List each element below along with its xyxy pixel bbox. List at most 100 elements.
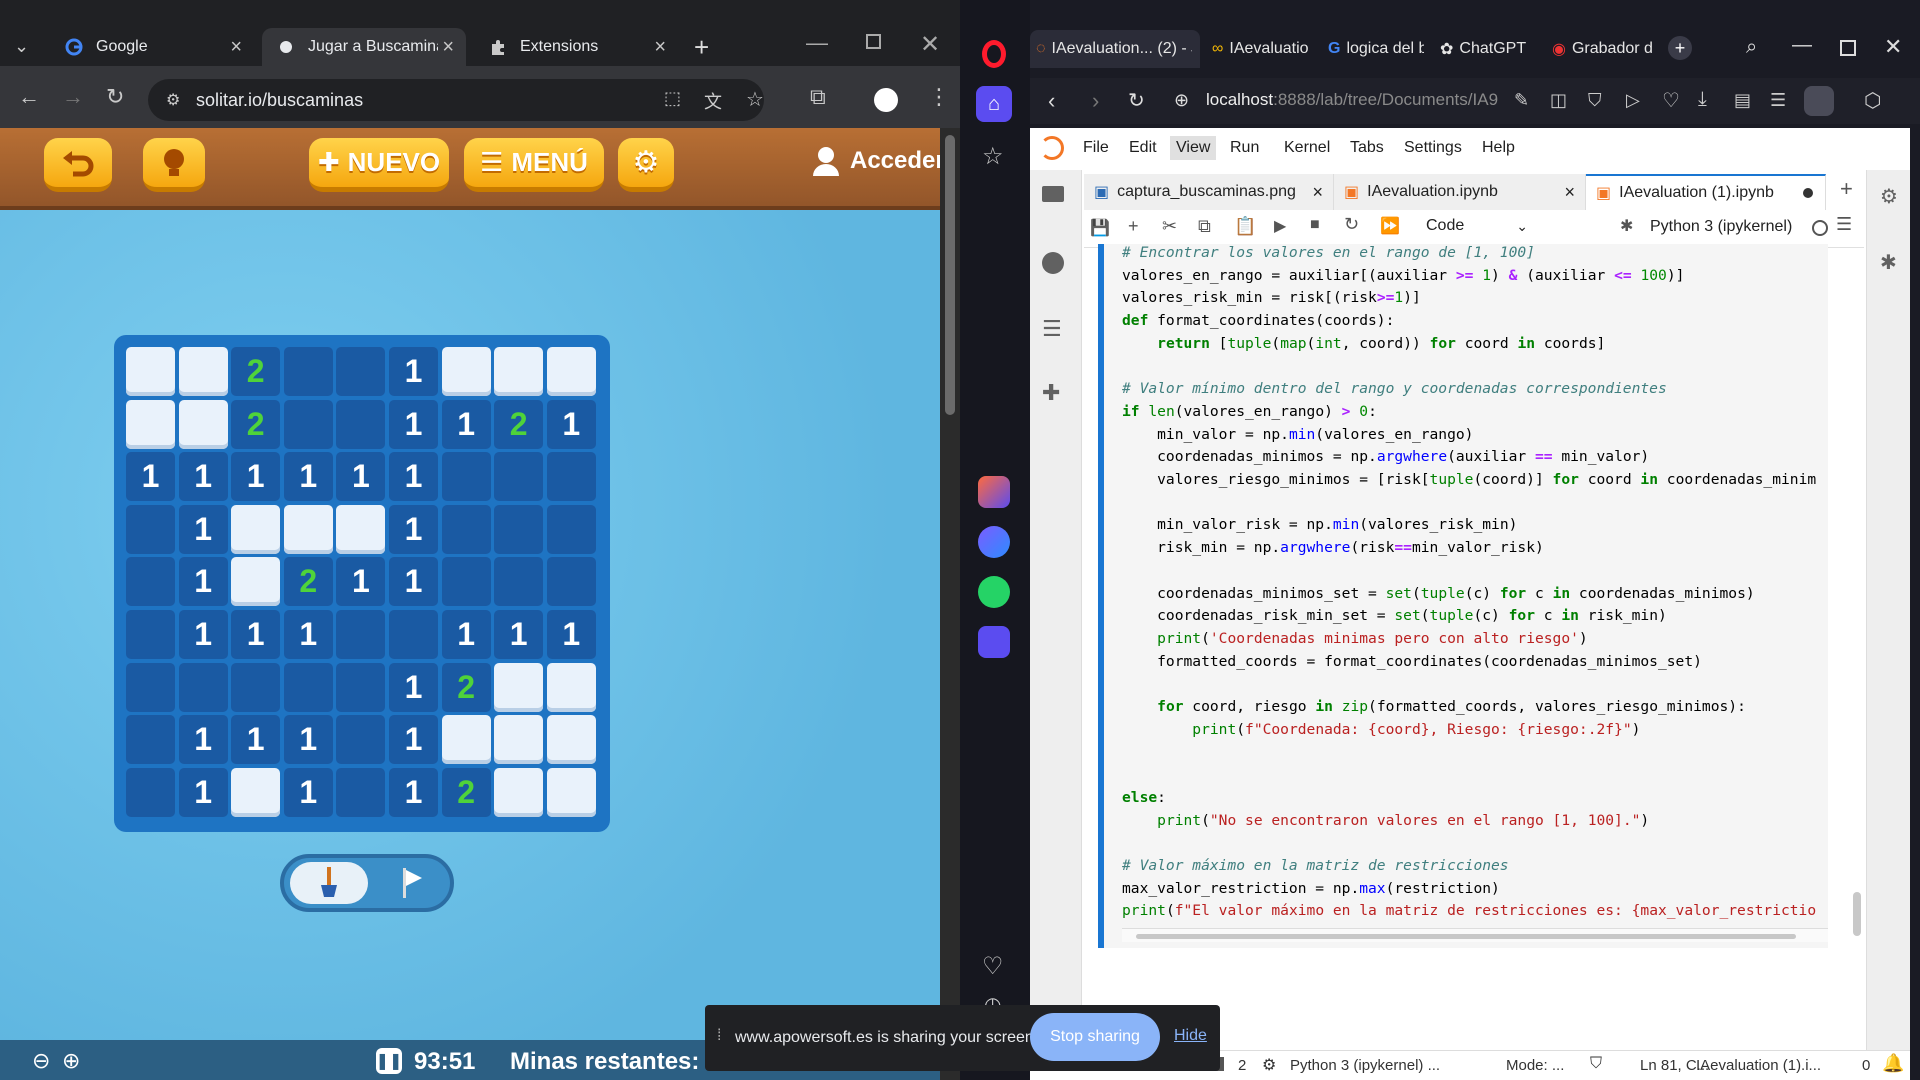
- profile-icon[interactable]: [1804, 86, 1834, 116]
- new-launcher-button[interactable]: +: [1840, 176, 1853, 202]
- notebook-vscrollbar-thumb[interactable]: [1853, 892, 1861, 936]
- board-cell-unrevealed[interactable]: [283, 504, 333, 554]
- board-cell-revealed[interactable]: 1: [178, 452, 228, 502]
- board-cell-revealed[interactable]: [126, 557, 175, 607]
- save-icon[interactable]: 💾: [1090, 218, 1110, 238]
- doc-tab-captura[interactable]: ▣ captura_buscaminas.png ×: [1084, 174, 1334, 210]
- board-cell-unrevealed[interactable]: [546, 347, 596, 396]
- hint-button[interactable]: [143, 138, 205, 192]
- board-cell-revealed[interactable]: [441, 504, 491, 554]
- board-cell-revealed[interactable]: 1: [389, 347, 438, 396]
- board-cell-unrevealed[interactable]: [494, 715, 544, 765]
- maximize-icon[interactable]: [866, 34, 881, 49]
- board-cell-revealed[interactable]: 1: [389, 452, 438, 502]
- drag-handle-icon[interactable]: ⁞: [717, 1027, 721, 1045]
- menu-view[interactable]: View: [1170, 136, 1217, 160]
- doc-tab-iaevaluation[interactable]: ▣ IAevaluation.ipynb ×: [1334, 174, 1586, 210]
- board-cell-revealed[interactable]: 2: [231, 399, 281, 449]
- board-cell-revealed[interactable]: 1: [283, 610, 333, 659]
- settings-button[interactable]: ⚙: [618, 138, 674, 192]
- board-cell-revealed[interactable]: 1: [389, 504, 438, 554]
- board-cell-unrevealed[interactable]: [441, 347, 491, 396]
- board-cell-revealed[interactable]: [336, 662, 386, 712]
- tab-buscaminas[interactable]: Jugar a Buscamina ×: [262, 28, 466, 66]
- jupyter-logo[interactable]: [1040, 136, 1064, 160]
- board-cell-revealed[interactable]: [494, 504, 544, 554]
- board-cell-revealed[interactable]: [494, 557, 544, 607]
- messenger-icon[interactable]: [978, 526, 1010, 558]
- tab-extensions[interactable]: Extensions ×: [474, 28, 678, 66]
- board-cell-revealed[interactable]: 1: [494, 610, 544, 659]
- reload-icon[interactable]: ↻: [1128, 88, 1145, 113]
- menu-run[interactable]: Run: [1224, 136, 1265, 160]
- new-tab-button[interactable]: +: [1668, 36, 1692, 60]
- board-cell-revealed[interactable]: [283, 662, 333, 712]
- code-editor[interactable]: # Encontrar los valores en el rango de […: [1122, 242, 1832, 922]
- board-cell-revealed[interactable]: [126, 504, 175, 554]
- folder-icon[interactable]: [1042, 186, 1064, 202]
- chrome-menu-icon[interactable]: ⋮: [928, 84, 950, 110]
- board-cell-revealed[interactable]: [389, 610, 438, 659]
- board-cell-unrevealed[interactable]: [441, 715, 491, 765]
- close-window-icon[interactable]: ✕: [920, 30, 940, 59]
- address-bar[interactable]: ⚙ solitar.io/buscaminas ⬚ 文 ☆: [148, 79, 764, 121]
- back-icon[interactable]: ←: [18, 84, 40, 110]
- menu-tabs[interactable]: Tabs: [1344, 136, 1390, 160]
- board-cell-revealed[interactable]: [126, 715, 175, 765]
- board-cell-revealed[interactable]: 1: [546, 610, 596, 659]
- board-cell-revealed[interactable]: 1: [546, 399, 596, 449]
- fast-forward-icon[interactable]: ⏩: [1380, 216, 1400, 236]
- board-cell-revealed[interactable]: [546, 504, 596, 554]
- restart-icon[interactable]: ↻: [1344, 214, 1359, 235]
- download-icon[interactable]: ⤓: [1698, 88, 1707, 111]
- insert-cell-icon[interactable]: +: [1128, 216, 1139, 237]
- board-cell-revealed[interactable]: [231, 662, 281, 712]
- extension-manager-icon[interactable]: ✚: [1042, 380, 1060, 406]
- cell-type-select[interactable]: Code ⌄: [1418, 212, 1528, 240]
- board-cell-unrevealed[interactable]: [546, 715, 596, 765]
- bookmark-star-icon[interactable]: ☆: [746, 87, 764, 112]
- more-menu-icon[interactable]: ☰: [1836, 214, 1852, 235]
- board-cell-revealed[interactable]: 2: [441, 662, 491, 712]
- board-cell-unrevealed[interactable]: [494, 767, 544, 817]
- board-cell-revealed[interactable]: 1: [283, 767, 333, 817]
- running-icon[interactable]: [1042, 252, 1064, 274]
- bookmarks-icon[interactable]: ☆: [982, 142, 1004, 171]
- paste-icon[interactable]: 📋: [1234, 216, 1256, 237]
- board-cell-revealed[interactable]: 1: [178, 557, 228, 607]
- board-cell-revealed[interactable]: [494, 452, 544, 502]
- board-cell-revealed[interactable]: [126, 662, 175, 712]
- board-cell-unrevealed[interactable]: [231, 767, 281, 817]
- aria-icon[interactable]: [978, 476, 1010, 508]
- heart-icon[interactable]: ♡: [982, 952, 1004, 981]
- run-icon[interactable]: ▶: [1274, 216, 1286, 236]
- close-icon[interactable]: ×: [442, 36, 454, 59]
- board-cell-revealed[interactable]: 1: [126, 452, 175, 502]
- menu-edit[interactable]: Edit: [1123, 136, 1163, 160]
- login-button[interactable]: Acceder: [812, 146, 945, 176]
- board-cell-unrevealed[interactable]: [494, 347, 544, 396]
- install-icon[interactable]: ⬚: [664, 88, 681, 109]
- board-cell-revealed[interactable]: [283, 347, 333, 396]
- board-cell-unrevealed[interactable]: [546, 767, 596, 817]
- stop-sharing-button[interactable]: Stop sharing: [1030, 1013, 1160, 1061]
- board-cell-unrevealed[interactable]: [126, 347, 175, 396]
- forward-icon[interactable]: ›: [1092, 88, 1099, 114]
- translate-icon[interactable]: 文: [704, 88, 722, 114]
- board-cell-revealed[interactable]: [336, 610, 386, 659]
- notebook-vscrollbar[interactable]: [1852, 248, 1862, 1038]
- debugger-icon[interactable]: ✱: [1880, 250, 1897, 275]
- zoom-out-icon[interactable]: ⊖: [32, 1048, 50, 1074]
- board-cell-revealed[interactable]: 1: [178, 767, 228, 817]
- board-cell-revealed[interactable]: [546, 452, 596, 502]
- board-cell-revealed[interactable]: [336, 347, 386, 396]
- board-cell-revealed[interactable]: 1: [389, 662, 438, 712]
- close-icon[interactable]: ×: [1312, 182, 1323, 203]
- opera-tab-chatgpt[interactable]: ✿ ChatGPT: [1434, 30, 1544, 68]
- board-cell-revealed[interactable]: [336, 767, 386, 817]
- scrollbar-thumb[interactable]: [945, 135, 955, 415]
- board-cell-revealed[interactable]: [178, 662, 228, 712]
- board-cell-revealed[interactable]: 1: [336, 452, 386, 502]
- board-cell-revealed[interactable]: 1: [389, 399, 438, 449]
- maximize-icon[interactable]: [1840, 40, 1856, 56]
